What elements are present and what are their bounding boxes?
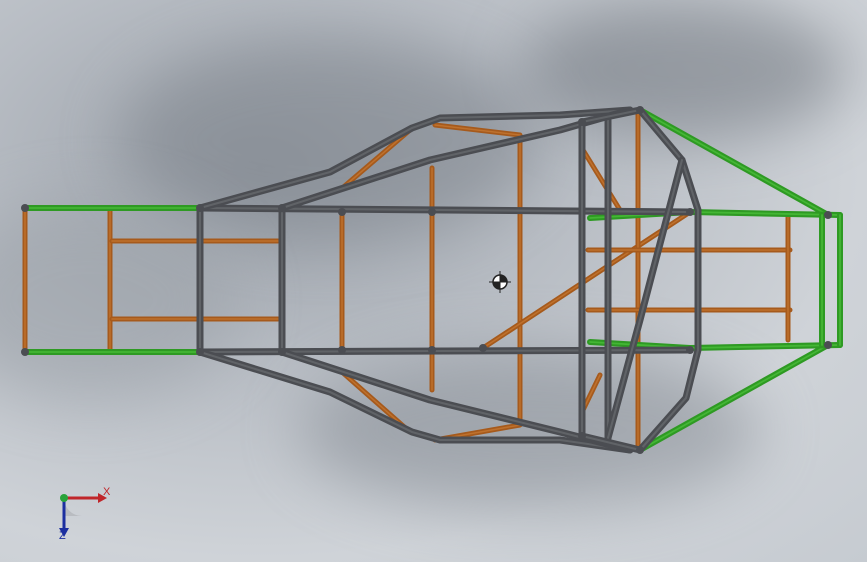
- tube-joint: [578, 118, 586, 126]
- chassis-model[interactable]: [0, 0, 867, 562]
- cross-member-tube-highlight: [582, 149, 621, 211]
- tube-joint: [338, 346, 346, 354]
- tube-joint: [686, 346, 694, 354]
- bumper-tube-highlight: [639, 344, 829, 451]
- tube-joint: [278, 204, 286, 212]
- tube-joint: [686, 208, 694, 216]
- tube-joint: [338, 208, 346, 216]
- tube-joint: [428, 208, 436, 216]
- tube-joint: [278, 348, 286, 356]
- tube-joint: [21, 204, 29, 212]
- cross-member-tube-highlight: [434, 124, 521, 136]
- tube-joint: [636, 446, 644, 454]
- tube-joint: [21, 348, 29, 356]
- frame-tube[interactable]: [196, 106, 634, 212]
- tube-joint: [196, 204, 204, 212]
- y-axis-dot: [60, 494, 68, 502]
- tube-joint: [824, 341, 832, 349]
- tube-joint: [196, 348, 204, 356]
- tube-joint: [636, 106, 644, 114]
- graphics-viewport[interactable]: X Z: [0, 0, 867, 562]
- tube-joint: [479, 344, 487, 352]
- tube-joint: [578, 432, 586, 440]
- tube-joint: [428, 346, 436, 354]
- center-of-mass-icon[interactable]: [489, 271, 511, 293]
- x-axis-label: X: [103, 486, 111, 498]
- cross-member-tube-highlight: [582, 374, 601, 411]
- frame-tube-highlight: [606, 158, 684, 440]
- cross-member-tube-highlight: [482, 211, 691, 349]
- tube-joint: [824, 211, 832, 219]
- z-axis-label: Z: [59, 530, 66, 542]
